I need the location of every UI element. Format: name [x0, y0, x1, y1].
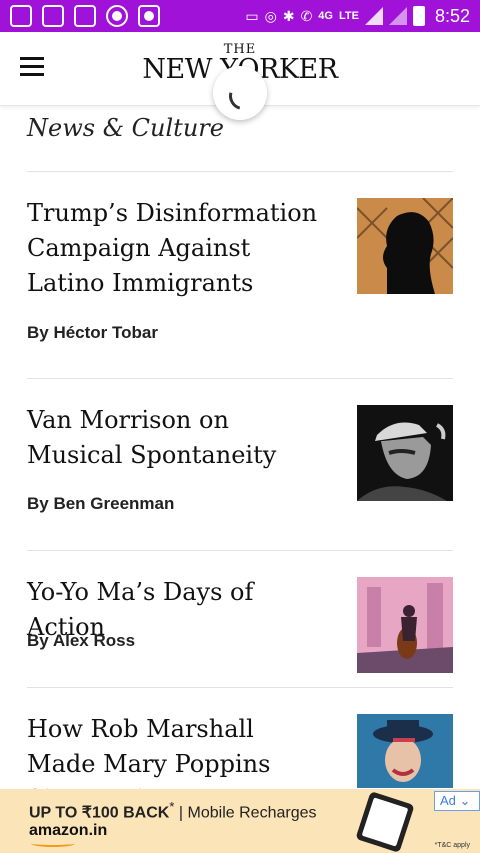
article-thumbnail[interactable] — [357, 577, 453, 673]
amazon-logo: amazon.in — [29, 822, 108, 839]
section-title: News & Culture — [27, 114, 224, 142]
status-bar: ▭ ◎ ✱ ✆ 4G LTE 8:52 — [0, 0, 480, 32]
notification-icons — [10, 5, 160, 27]
cast-icon: ▭ — [245, 8, 259, 24]
phone-illustration-icon — [355, 791, 415, 853]
loading-spinner — [213, 66, 267, 120]
ad-offer-detail: | Mobile Recharges — [174, 804, 317, 822]
battery-charging-icon — [412, 6, 425, 26]
ad-headline[interactable]: UP TO ₹100 BACK* | Mobile Recharges — [29, 799, 316, 822]
activity-icon — [74, 5, 96, 27]
article-headline[interactable]: Van Morrison on Musical Spontaneity — [27, 403, 327, 473]
amazon-smile-icon — [31, 840, 75, 847]
wifi-call-icon: ✆ — [300, 8, 313, 24]
signal-icon — [388, 7, 407, 25]
article-headline[interactable]: Trump’s Disinformation Campaign Against … — [27, 196, 327, 301]
clock: 8:52 — [434, 5, 470, 26]
article-thumbnail[interactable] — [357, 405, 453, 501]
article-thumbnail[interactable] — [357, 714, 453, 788]
target-app-icon — [138, 5, 160, 27]
divider — [27, 171, 453, 172]
circle-app-icon — [106, 5, 128, 27]
article-thumbnail[interactable] — [357, 198, 453, 294]
signal-icon — [364, 7, 383, 25]
divider — [27, 378, 453, 379]
article-card[interactable]: Van Morrison on Musical Spontaneity By B… — [27, 403, 453, 523]
hotspot-icon: ◎ — [264, 8, 277, 24]
phone-sync-icon — [42, 5, 64, 27]
divider — [27, 687, 453, 688]
article-byline: By Alex Ross — [27, 631, 136, 650]
article-byline: By Ben Greenman — [27, 494, 175, 513]
lte-label: LTE — [338, 9, 359, 22]
article-byline: By Héctor Tobar — [27, 323, 158, 342]
notification-icon — [10, 5, 32, 27]
ad-banner[interactable]: UP TO ₹100 BACK* | Mobile Recharges amaz… — [0, 789, 480, 853]
ad-terms: *T&C apply — [434, 842, 470, 849]
article-card[interactable]: How Rob Marshall Made Mary Poppins Sing … — [27, 712, 453, 813]
bluetooth-icon: ✱ — [282, 8, 295, 24]
ad-choices-button[interactable]: Ad ⌄ — [434, 791, 480, 811]
divider — [27, 550, 453, 551]
article-card[interactable]: Yo-Yo Ma’s Days of Action By Alex Ross — [27, 575, 453, 675]
network-badge: 4G — [318, 9, 333, 22]
system-icons: ▭ ◎ ✱ ✆ 4G LTE 8:52 — [245, 0, 470, 32]
article-card[interactable]: Trump’s Disinformation Campaign Against … — [27, 196, 453, 356]
ad-offer: UP TO ₹100 BACK — [29, 804, 170, 822]
